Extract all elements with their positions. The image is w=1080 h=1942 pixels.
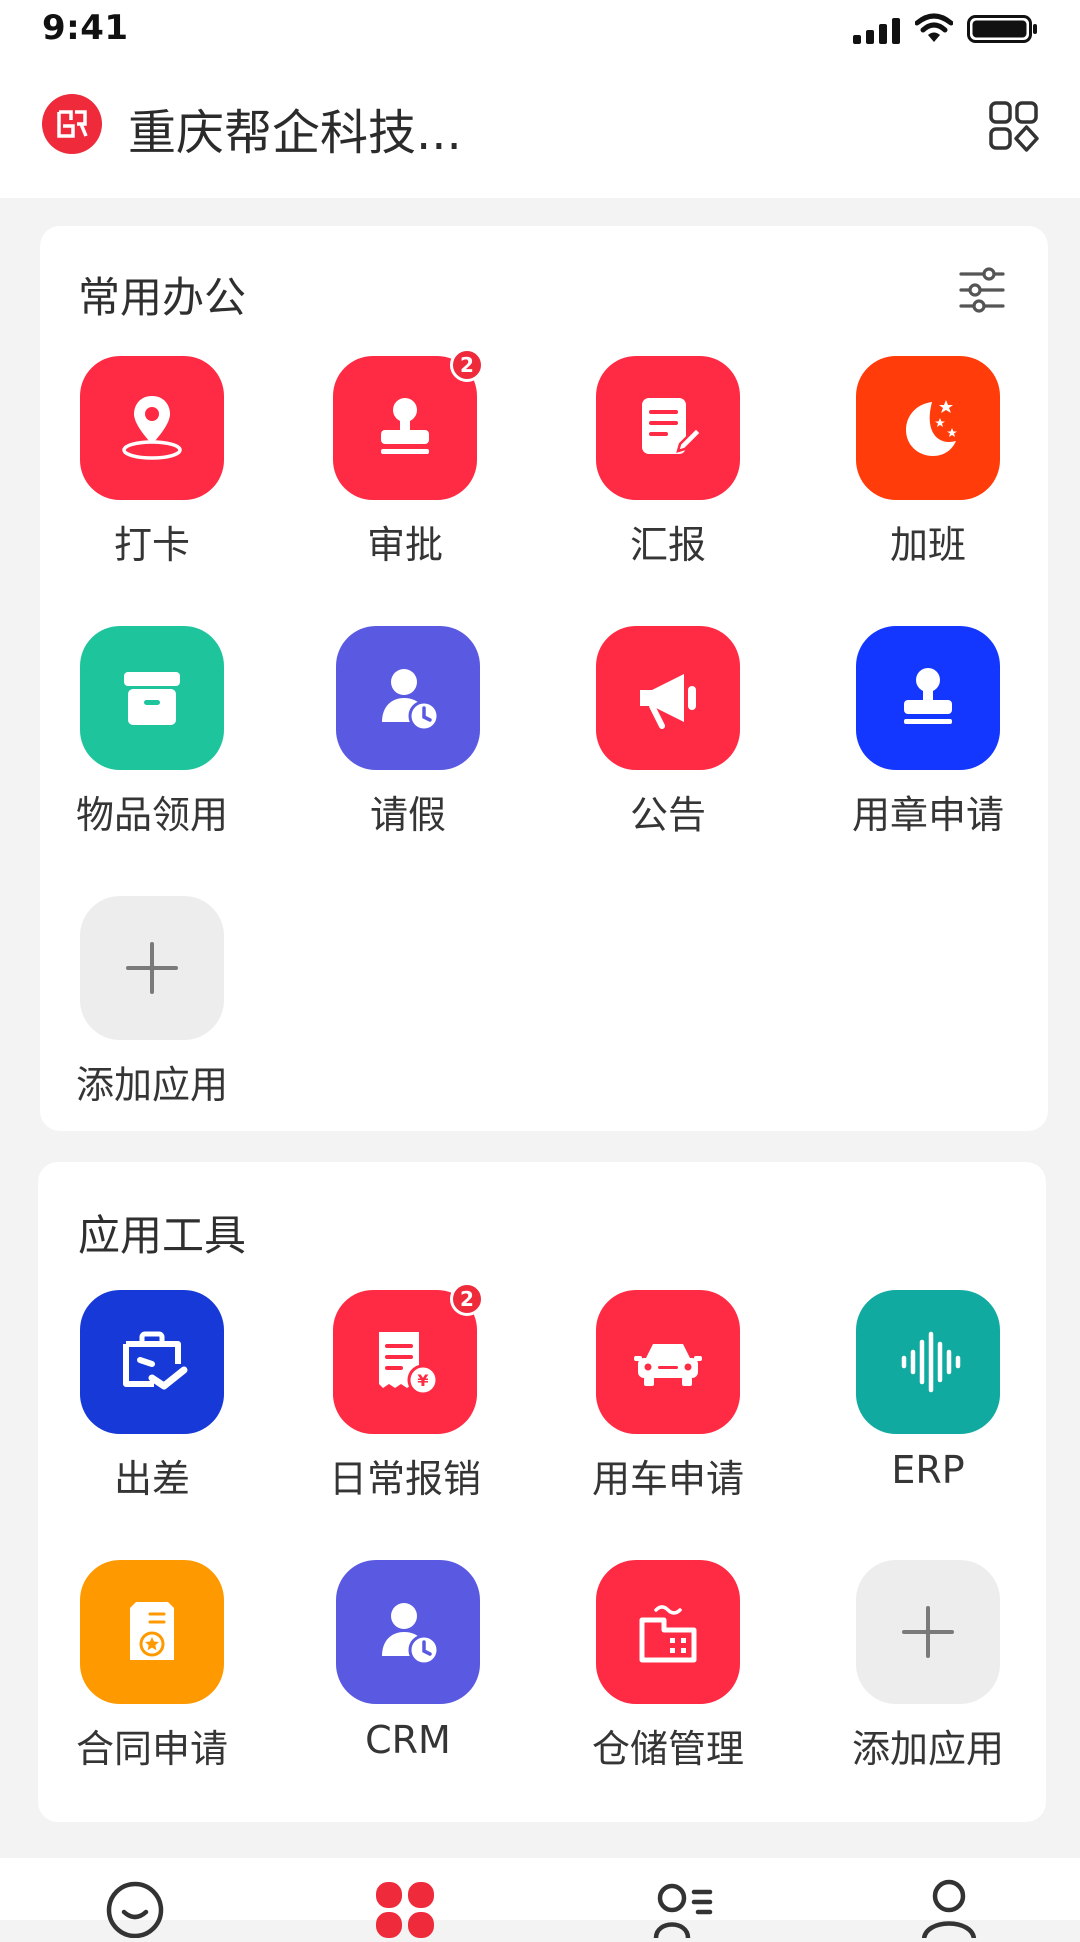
warehouse-icon bbox=[596, 1560, 740, 1704]
app-leave[interactable]: 请假 bbox=[308, 626, 508, 837]
app-warehouse[interactable]: 仓储管理 bbox=[568, 1560, 768, 1771]
tab-messages[interactable] bbox=[100, 1878, 170, 1939]
app-vehicle-request[interactable]: 用车申请 bbox=[568, 1290, 768, 1501]
app-clock-in[interactable]: 打卡 bbox=[52, 356, 252, 567]
app-seal-request[interactable]: 用章申请 bbox=[828, 626, 1028, 837]
app-label: 汇报 bbox=[629, 523, 706, 567]
app-erp[interactable]: ERP bbox=[828, 1290, 1028, 1500]
app-crm[interactable]: CRM bbox=[308, 1560, 508, 1770]
briefcase-plane-icon bbox=[80, 1290, 224, 1434]
soundwave-icon bbox=[856, 1290, 1000, 1434]
location-pin-icon bbox=[80, 356, 224, 500]
company-logo-icon bbox=[57, 110, 88, 138]
settings-sliders-icon[interactable] bbox=[957, 264, 1007, 316]
app-label: 请假 bbox=[369, 793, 446, 837]
section-title: 应用工具 bbox=[78, 1211, 247, 1260]
status-icons bbox=[853, 12, 1038, 46]
bottom-tab-bar bbox=[0, 1858, 1080, 1941]
company-logo[interactable] bbox=[42, 94, 102, 154]
contacts-icon bbox=[653, 1883, 713, 1939]
app-label: 日常报销 bbox=[328, 1457, 481, 1501]
section-app-tools: 应用工具 出差 ¥ 2 日常报销 用车申请 ERP 合同申请 CRM 仓储管理 … bbox=[38, 1162, 1046, 1822]
app-label: 审批 bbox=[366, 523, 443, 567]
app-label: 仓储管理 bbox=[591, 1727, 744, 1771]
app-label: CRM bbox=[365, 1718, 451, 1762]
person-clock-icon bbox=[336, 1560, 480, 1704]
app-report[interactable]: 汇报 bbox=[568, 356, 768, 567]
wifi-icon bbox=[915, 13, 953, 42]
app-label: 物品领用 bbox=[75, 793, 228, 837]
signal-icon bbox=[853, 18, 900, 44]
seal-icon bbox=[856, 626, 1000, 770]
app-business-trip[interactable]: 出差 bbox=[52, 1290, 252, 1501]
app-expense-claim[interactable]: ¥ 2 日常报销 bbox=[305, 1282, 505, 1501]
app-label: 添加应用 bbox=[75, 1063, 228, 1107]
status-time: 9:41 bbox=[42, 8, 129, 48]
add-app-button[interactable]: 添加应用 bbox=[828, 1560, 1028, 1771]
plus-icon bbox=[856, 1560, 1000, 1704]
contract-star-icon bbox=[80, 1560, 224, 1704]
battery-icon bbox=[967, 15, 1037, 43]
megaphone-icon bbox=[596, 626, 740, 770]
company-name[interactable]: 重庆帮企科技... bbox=[128, 93, 462, 163]
tab-profile[interactable] bbox=[914, 1878, 984, 1941]
section-title: 常用办公 bbox=[78, 273, 247, 322]
status-bar: 9:41 bbox=[0, 0, 1080, 58]
tab-contacts[interactable] bbox=[648, 1878, 718, 1939]
plus-icon bbox=[80, 896, 224, 1040]
app-contract-request[interactable]: 合同申请 bbox=[52, 1560, 252, 1771]
app-overtime[interactable]: 加班 bbox=[828, 356, 1028, 567]
app-label: 出差 bbox=[113, 1457, 190, 1501]
person-clock-icon bbox=[336, 626, 480, 770]
app-label: 公告 bbox=[629, 793, 706, 837]
notification-badge: 2 bbox=[450, 1282, 484, 1316]
app-label: 用章申请 bbox=[851, 793, 1004, 837]
app-label: ERP bbox=[891, 1448, 965, 1492]
app-label: 打卡 bbox=[113, 523, 190, 567]
app-announcement[interactable]: 公告 bbox=[568, 626, 768, 837]
report-edit-icon bbox=[596, 356, 740, 500]
workbench-icon bbox=[376, 1882, 434, 1938]
app-label: 添加应用 bbox=[851, 1727, 1004, 1771]
message-icon bbox=[106, 1881, 164, 1939]
notification-badge: 2 bbox=[450, 348, 484, 382]
app-grid-icon[interactable] bbox=[988, 100, 1040, 152]
tab-workbench[interactable] bbox=[370, 1878, 440, 1938]
add-app-button[interactable]: 添加应用 bbox=[52, 896, 252, 1107]
profile-icon bbox=[921, 1879, 977, 1941]
section-common-office: 常用办公 打卡 2 审批 汇报 加班 物品领用 请假 公告 用章申请 添加应用 bbox=[40, 226, 1048, 1131]
moon-stars-icon bbox=[856, 356, 1000, 500]
car-icon bbox=[596, 1290, 740, 1434]
archive-box-icon bbox=[80, 626, 224, 770]
app-approval[interactable]: 2 审批 bbox=[305, 348, 505, 567]
header: 重庆帮企科技... bbox=[0, 58, 1080, 198]
app-label: 合同申请 bbox=[75, 1727, 228, 1771]
app-label: 加班 bbox=[889, 523, 966, 567]
app-item-requisition[interactable]: 物品领用 bbox=[52, 626, 252, 837]
app-label: 用车申请 bbox=[591, 1457, 744, 1501]
svg-text:¥: ¥ bbox=[417, 1371, 428, 1390]
